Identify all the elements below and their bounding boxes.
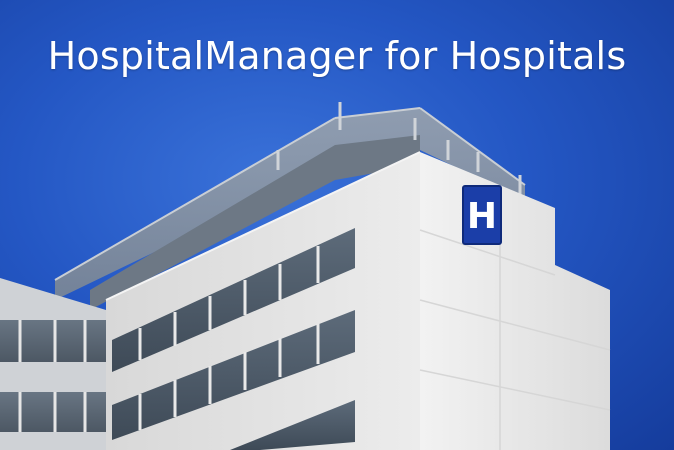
main-facade-right <box>419 152 611 450</box>
hospital-sign: H <box>462 185 502 245</box>
sign-letter: H <box>467 196 497 237</box>
hero-banner: H HospitalManager for Hospitals <box>0 0 674 450</box>
page-title: HospitalManager for Hospitals <box>47 34 627 78</box>
